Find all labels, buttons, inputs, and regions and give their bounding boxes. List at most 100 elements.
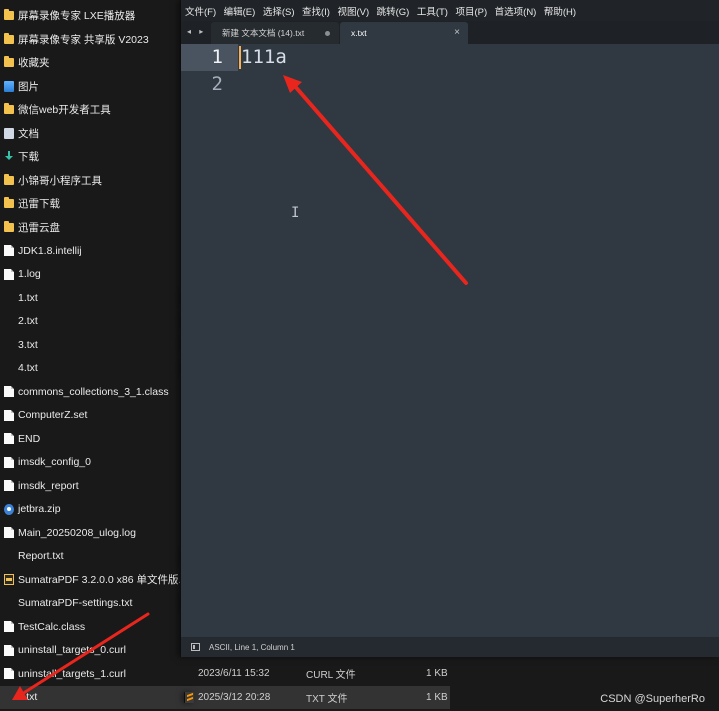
tab-label: x.txt	[351, 28, 367, 38]
file-name: imsdk_config_0	[18, 456, 91, 469]
file-list: 屏幕录像专家 LXE播放器 屏幕录像专家 共享版 V2023 收藏夹 图片 微信web开…	[0, 4, 450, 709]
file-name: 小锦哥小程序工具	[18, 174, 102, 187]
file-list-item[interactable]: commons_collections_3_1.class	[0, 380, 180, 404]
status-text: ASCII, Line 1, Column 1	[209, 642, 295, 652]
file-list-item[interactable]: 迅雷云盘	[0, 216, 180, 240]
file-name: 2.txt	[18, 315, 38, 328]
menu-item[interactable]: 工具(T)	[417, 4, 448, 18]
file-list-item[interactable]: x.txt 2025/3/12 20:28 TXT 文件 1 KB	[0, 685, 450, 709]
panel-toggle-icon[interactable]	[191, 643, 200, 651]
file-list-item[interactable]: SumatraPDF-settings.txt	[0, 592, 194, 616]
watermark-text: CSDN @SuperherRo	[600, 693, 705, 705]
file-list-item[interactable]: ComputerZ.set	[0, 404, 180, 428]
menu-item[interactable]: 编辑(E)	[224, 4, 256, 18]
file-size: 1 KB	[426, 668, 448, 680]
file-list-item[interactable]: TestCalc.class	[0, 615, 180, 639]
file-list-item[interactable]: 小锦哥小程序工具	[0, 169, 180, 193]
file-list-item[interactable]: 2.txt	[0, 310, 194, 334]
file-name: SumatraPDF 3.2.0.0 x86 单文件版.exe	[18, 574, 199, 587]
sublime-text-window: 文件(F) 编辑(E) 选择(S) 查找(I) 视图(V) 跳转(G) 工具(T) 项目(P)…	[180, 0, 719, 657]
text-caret	[239, 46, 241, 69]
file-icon	[4, 668, 14, 680]
file-list-item[interactable]: 微信web开发者工具	[0, 98, 180, 122]
file-name: 下载	[18, 151, 39, 164]
menu-bar: 文件(F) 编辑(E) 选择(S) 查找(I) 视图(V) 跳转(G) 工具(T) 项目(P)…	[181, 0, 719, 21]
file-name: uninstall_targets_0.curl	[18, 644, 126, 657]
file-list-item[interactable]: uninstall_targets_0.curl	[0, 639, 180, 663]
file-list-item[interactable]: END	[0, 427, 180, 451]
file-list-item[interactable]: imsdk_report	[0, 474, 180, 498]
file-name: ComputerZ.set	[18, 409, 88, 422]
folder-icon	[4, 9, 14, 21]
file-list-item[interactable]: 1.txt	[0, 286, 194, 310]
file-name: Main_20250208_ulog.log	[18, 526, 136, 539]
zip-icon	[4, 503, 14, 515]
file-name: 文档	[18, 127, 39, 140]
menu-item[interactable]: 帮助(H)	[544, 4, 576, 18]
file-list-item[interactable]: 4.txt	[0, 357, 194, 381]
code-line-text: 111a	[241, 46, 287, 68]
modified-dot-icon[interactable]	[325, 31, 330, 36]
file-name: x.txt	[18, 691, 38, 704]
file-list-item[interactable]: 收藏夹	[0, 51, 180, 75]
file-list-item[interactable]: jetbra.zip	[0, 498, 180, 522]
menu-item[interactable]: 视图(V)	[337, 4, 369, 18]
file-name: 1.log	[18, 268, 41, 281]
sublime-file-icon	[184, 691, 194, 703]
file-name: Report.txt	[18, 550, 64, 563]
tab-nav-arrows-icon[interactable]: ◂ ▸	[187, 27, 206, 36]
file-name: 迅雷云盘	[18, 221, 60, 234]
editor-area[interactable]: 1 2 111a I	[181, 44, 719, 637]
file-name: END	[18, 432, 41, 445]
file-list-item[interactable]: 图片	[0, 75, 180, 99]
file-name: TestCalc.class	[18, 620, 86, 633]
file-list-item[interactable]: JDK1.8.intellij	[0, 239, 180, 263]
file-list-item[interactable]: 下载	[0, 145, 180, 169]
file-list-item[interactable]: Report.txt	[0, 545, 194, 569]
folder-icon	[4, 56, 14, 68]
close-tab-icon[interactable]: ×	[454, 27, 460, 38]
tab-x-txt[interactable]: x.txt ×	[340, 22, 468, 44]
pictures-icon	[4, 80, 14, 92]
line-number: 2	[211, 73, 223, 95]
menu-item[interactable]: 查找(I)	[302, 4, 330, 18]
exe-icon	[4, 574, 14, 586]
line-number-gutter: 1 2	[181, 44, 238, 637]
file-icon	[4, 527, 14, 539]
file-name: 迅雷下载	[18, 198, 60, 211]
file-icon	[4, 644, 14, 656]
menu-item[interactable]: 选择(S)	[263, 4, 295, 18]
file-list-item[interactable]: 屏幕录像专家 LXE播放器	[0, 4, 180, 28]
file-list-item[interactable]: uninstall_targets_1.curl 2023/6/11 15:32 C…	[0, 662, 448, 686]
tab-new-text-document[interactable]: 新建 文本文档 (14).txt	[211, 22, 339, 44]
status-bar: ASCII, Line 1, Column 1	[181, 637, 719, 657]
file-name: imsdk_report	[18, 479, 79, 492]
menu-item[interactable]: 文件(F)	[185, 4, 216, 18]
tab-bar: ◂ ▸ 新建 文本文档 (14).txt x.txt ×	[181, 21, 719, 44]
menu-item[interactable]: 项目(P)	[455, 4, 487, 18]
folder-icon	[4, 220, 14, 232]
file-list-item[interactable]: Main_20250208_ulog.log	[0, 521, 180, 545]
file-name: uninstall_targets_1.curl	[18, 667, 126, 680]
file-icon	[4, 268, 14, 280]
file-icon	[4, 621, 14, 633]
file-list-item[interactable]: 3.txt	[0, 333, 194, 357]
code-line[interactable]	[238, 71, 719, 98]
file-list-item[interactable]: 文档	[0, 122, 180, 146]
file-list-item[interactable]: imsdk_config_0	[0, 451, 180, 475]
file-list-item[interactable]: SumatraPDF 3.2.0.0 x86 单文件版.exe	[0, 568, 198, 592]
menu-item[interactable]: 跳转(G)	[377, 4, 410, 18]
folder-icon	[4, 197, 14, 209]
code-text[interactable]: 111a	[238, 44, 719, 98]
file-name: JDK1.8.intellij	[18, 244, 82, 257]
file-type: TXT 文件	[306, 693, 348, 705]
file-date: 2023/6/11 15:32	[198, 668, 270, 680]
file-name: 1.txt	[18, 291, 38, 304]
menu-item[interactable]: 首选项(N)	[495, 4, 537, 18]
file-icon	[4, 409, 14, 421]
file-list-item[interactable]: 迅雷下载	[0, 192, 180, 216]
file-list-item[interactable]: 屏幕录像专家 共享版 V2023	[0, 28, 180, 52]
file-list-item[interactable]: 1.log	[0, 263, 180, 287]
tab-label: 新建 文本文档 (14).txt	[222, 28, 305, 38]
code-line[interactable]: 111a	[238, 44, 719, 71]
